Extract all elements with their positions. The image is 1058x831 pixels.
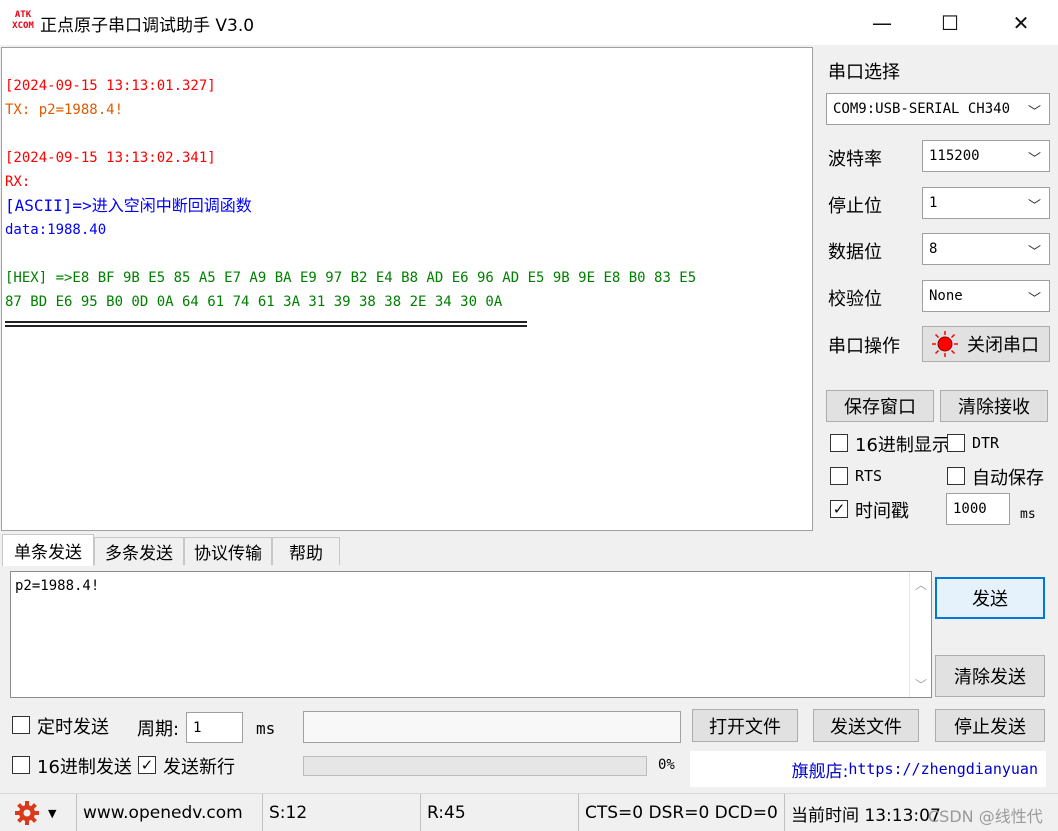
tab-protocol[interactable]: 协议传输	[184, 537, 272, 565]
period-value: 1	[193, 719, 202, 736]
baud-select-value: 115200	[929, 148, 980, 164]
hex-display-label: 16进制显示	[855, 435, 950, 456]
timestamp-unit: ms	[1020, 507, 1036, 522]
period-input[interactable]: 1	[186, 712, 243, 743]
log-hex-continued: 87 BD E6 95 B0 0D 0A 64 61 74 61 3A 31 3…	[5, 294, 503, 310]
parity-select[interactable]: None ﹀	[922, 280, 1050, 312]
autosave-checkbox[interactable]	[947, 467, 965, 485]
title-bar: ATK XCOM 正点原子串口调试助手 V3.0 — ☐ ✕	[0, 0, 1058, 45]
separator-line	[5, 321, 527, 327]
tab-single-send[interactable]: 单条发送	[2, 534, 94, 566]
scroll-down-icon[interactable]: ﹀	[915, 676, 927, 693]
stopbits-select-value: 1	[929, 195, 938, 211]
timestamp-label: 时间戳	[855, 501, 909, 522]
file-path-input[interactable]	[303, 711, 681, 743]
send-newline-label: 发送新行	[163, 757, 235, 778]
save-window-button[interactable]: 保存窗口	[826, 390, 934, 422]
scroll-up-icon[interactable]: ︿	[915, 576, 927, 593]
chevron-down-icon: ﹀	[1027, 245, 1041, 260]
baud-label: 波特率	[828, 149, 882, 170]
minimize-button[interactable]: —	[849, 0, 915, 45]
stopbits-label: 停止位	[828, 196, 882, 217]
clear-receive-button[interactable]: 清除接收	[940, 390, 1048, 422]
open-file-button[interactable]: 打开文件	[692, 709, 798, 742]
parity-label: 校验位	[828, 289, 882, 310]
send-newline-checkbox[interactable]: ✓	[138, 756, 156, 774]
log-rx: RX:	[5, 174, 31, 190]
chevron-down-icon: ﹀	[1027, 152, 1041, 167]
timestamp-interval-value: 1000	[953, 501, 987, 517]
port-select-value: COM9:USB-SERIAL CH340	[833, 101, 1011, 117]
store-label: 旗舰店:	[791, 761, 849, 782]
log-tx: TX: p2=1988.4!	[5, 102, 124, 118]
log-ascii: [ASCII]=>进入空闲中断回调函数	[5, 196, 252, 215]
website-label[interactable]: www.openedv.com	[76, 794, 260, 831]
tab-help[interactable]: 帮助	[272, 537, 340, 565]
dtr-label: DTR	[972, 434, 1000, 452]
modem-lines-status: CTS=0 DSR=0 DCD=0	[578, 794, 782, 831]
hex-send-checkbox[interactable]	[12, 756, 30, 774]
send-button[interactable]: 发送	[935, 577, 1045, 619]
close-port-label: 关闭串口	[967, 335, 1039, 356]
dropdown-arrow-icon: ▼	[48, 806, 57, 820]
databits-select-value: 8	[929, 241, 938, 257]
app-logo-icon: ATK XCOM	[12, 10, 34, 31]
timestamp-checkbox[interactable]: ✓	[830, 500, 848, 518]
autosave-label: 自动保存	[972, 468, 1044, 489]
send-scrollbar[interactable]: ︿ ﹀	[909, 572, 931, 697]
send-progress-text: 0%	[658, 757, 675, 773]
chevron-down-icon: ﹀	[1027, 105, 1041, 120]
rts-label: RTS	[855, 467, 883, 485]
status-bar: ▼ www.openedv.com S:12 R:45 CTS=0 DSR=0 …	[0, 793, 1058, 831]
stop-send-button[interactable]: 停止发送	[935, 709, 1045, 742]
rts-checkbox[interactable]	[830, 467, 848, 485]
close-button[interactable]: ✕	[988, 0, 1054, 45]
settings-menu[interactable]: ▼	[14, 801, 60, 825]
port-operation-label: 串口操作	[828, 336, 900, 357]
timed-send-checkbox[interactable]	[12, 716, 30, 734]
period-unit: ms	[256, 719, 276, 738]
gear-icon	[15, 801, 39, 825]
databits-select[interactable]: 8 ﹀	[922, 233, 1050, 265]
send-textarea[interactable]: p2=1988.4! ︿ ﹀	[10, 571, 932, 698]
current-time: 当前时间 13:13:07	[784, 794, 944, 831]
store-url: https://zhengdianyuan	[848, 760, 1038, 778]
log-data: data:1988.40	[5, 222, 107, 238]
watermark: CSDN @线性代	[928, 807, 1043, 826]
dtr-checkbox[interactable]	[947, 434, 965, 452]
send-progress-bar	[303, 756, 647, 776]
log-timestamp: [2024-09-15 13:13:01.327]	[5, 78, 216, 94]
parity-select-value: None	[929, 288, 963, 304]
close-port-button[interactable]: 关闭串口	[922, 326, 1050, 362]
log-timestamp: [2024-09-15 13:13:02.341]	[5, 150, 216, 166]
tab-multi-send[interactable]: 多条发送	[94, 537, 184, 565]
maximize-button[interactable]: ☐	[917, 0, 983, 45]
store-link[interactable]: 旗舰店: https://zhengdianyuan	[690, 751, 1046, 787]
timed-send-label: 定时发送	[37, 717, 109, 738]
hex-display-checkbox[interactable]	[830, 434, 848, 452]
port-select[interactable]: COM9:USB-SERIAL CH340 ﹀	[826, 93, 1050, 125]
receive-area[interactable]: [2024-09-15 13:13:01.327] TX: p2=1988.4!…	[1, 47, 813, 531]
send-file-button[interactable]: 发送文件	[813, 709, 919, 742]
chevron-down-icon: ﹀	[1027, 292, 1041, 307]
checkmark-icon: ✓	[140, 756, 154, 774]
stopbits-select[interactable]: 1 ﹀	[922, 187, 1050, 219]
received-count: R:45	[420, 794, 576, 831]
port-select-label: 串口选择	[828, 62, 900, 83]
chevron-down-icon: ﹀	[1027, 199, 1041, 214]
databits-label: 数据位	[828, 242, 882, 263]
clear-send-button[interactable]: 清除发送	[935, 655, 1045, 697]
window-title: 正点原子串口调试助手 V3.0	[40, 16, 255, 36]
period-label: 周期:	[137, 719, 180, 740]
send-text: p2=1988.4!	[15, 578, 100, 594]
hex-send-label: 16进制发送	[37, 757, 132, 778]
port-status-led-icon	[932, 331, 958, 357]
timestamp-interval-input[interactable]: 1000	[946, 493, 1010, 525]
sent-count: S:12	[262, 794, 418, 831]
log-hex: [HEX] =>E8 BF 9B E5 85 A5 E7 A9 BA E9 97…	[5, 270, 697, 286]
baud-select[interactable]: 115200 ﹀	[922, 140, 1050, 172]
checkmark-icon: ✓	[832, 500, 846, 518]
